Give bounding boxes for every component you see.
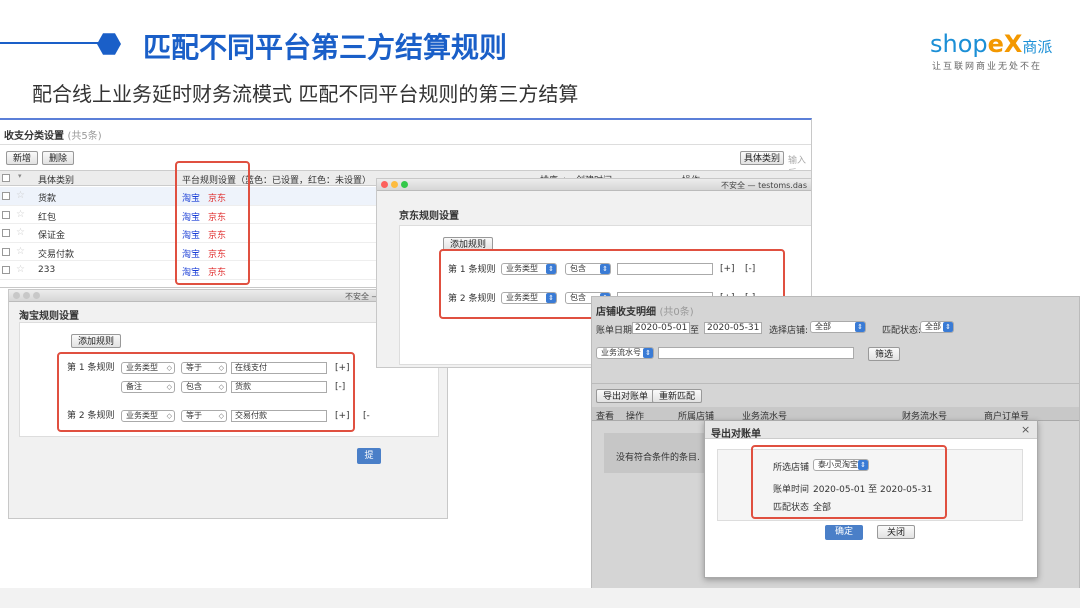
add-button[interactable]: 新增 — [6, 151, 39, 165]
window-title: 京东规则设置 — [399, 211, 459, 222]
remove-condition-button[interactable]: [- — [363, 411, 370, 421]
date-to-input[interactable]: 2020-05-31 — [704, 322, 763, 334]
highlight-box — [175, 161, 250, 285]
close-icon[interactable]: × — [1021, 423, 1030, 436]
delete-button[interactable]: 删除 — [42, 151, 75, 165]
search-input[interactable] — [658, 347, 854, 359]
cancel-button[interactable]: 关闭 — [877, 525, 915, 539]
add-rule-button[interactable]: 添加规则 — [71, 334, 122, 348]
slide-subtitle: 配合线上业务延时财务流模式 匹配不同平台规则的第三方结算 — [32, 82, 579, 106]
col-view: 查看 — [596, 412, 615, 422]
export-statement-button[interactable]: 导出对账单 — [596, 389, 656, 403]
date-from-input[interactable]: 2020-05-01 — [632, 322, 691, 334]
match-status-select[interactable]: 全部 ⇕ — [920, 321, 954, 333]
hexagon-icon — [97, 33, 121, 55]
empty-message: 没有符合条件的条目. — [616, 453, 700, 463]
window-title: 店铺收支明细 (共0条) — [596, 307, 694, 318]
highlight-box — [751, 445, 947, 519]
rematch-button[interactable]: 重新匹配 — [652, 389, 703, 403]
submit-button[interactable]: 提 — [357, 448, 381, 464]
title-decoration-line — [0, 42, 100, 44]
logo-slogan: 让互联网商业无处不在 — [932, 62, 1043, 72]
window-titlebar: 不安全 — testoms.das — [377, 179, 811, 191]
confirm-button[interactable]: 确定 — [825, 525, 863, 540]
col-ops: 操作 — [626, 412, 645, 422]
panel-title: 收支分类设置 (共5条) — [4, 131, 102, 142]
select-all-checkbox[interactable] — [2, 174, 10, 182]
filter-select[interactable]: 具体类别 — [740, 151, 785, 165]
window-title: 淘宝规则设置 — [19, 311, 79, 322]
filter-button[interactable]: 筛选 — [868, 347, 901, 361]
slide-title: 匹配不同平台第三方结算规则 — [143, 31, 508, 64]
highlight-box — [57, 352, 355, 432]
dialog-title: 导出对账单 — [711, 429, 761, 440]
export-dialog: 导出对账单 × 所选店铺 泰小灵淘宝 ⇕ 账单时间 2020-05-01 至 20… — [704, 420, 1038, 578]
flow-type-select[interactable]: 业务流水号 ⇕ — [596, 347, 654, 359]
col-category: 具体类别 — [38, 176, 75, 186]
shopex-logo: shopeX商派 — [930, 30, 1053, 58]
footer-band — [0, 588, 1080, 608]
shop-select[interactable]: 全部 ⇕ — [810, 321, 866, 333]
chevron-down-icon: ▾ — [18, 172, 22, 180]
